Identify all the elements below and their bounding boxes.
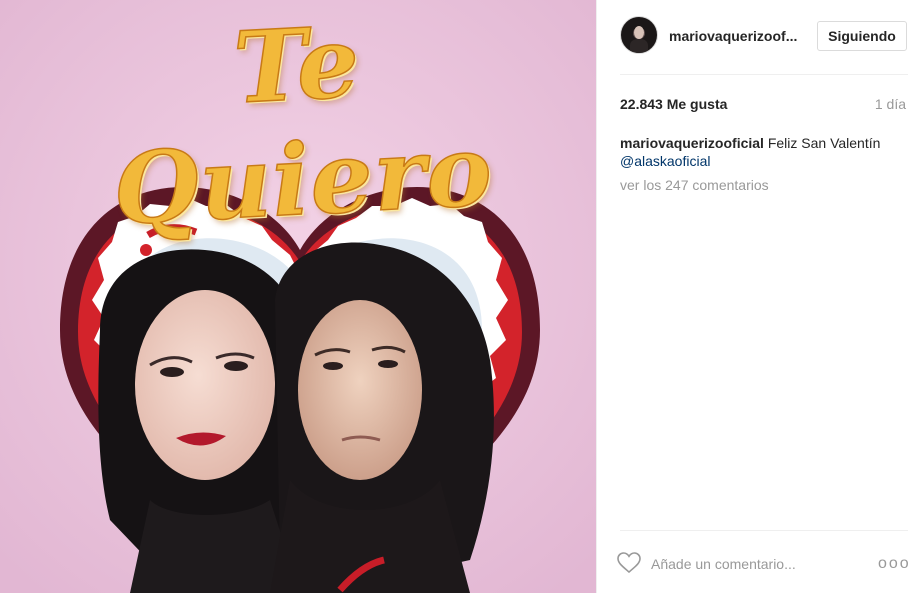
post-side-panel: mariovaquerizoof... Siguiendo 22.843 Me … <box>596 0 914 593</box>
caption-text: Feliz San Valentín <box>767 135 881 151</box>
post-caption: mariovaquerizooficial Feliz San Valentín… <box>620 134 910 170</box>
photo-title-text: Te Quiero <box>110 4 496 248</box>
avatar-face <box>634 26 644 39</box>
post-time[interactable]: 1 día <box>875 96 906 112</box>
post-photo[interactable]: Te Quiero <box>0 0 596 593</box>
comment-input[interactable] <box>651 556 851 572</box>
post-header: mariovaquerizoof... Siguiendo <box>597 0 914 74</box>
likes-label: Me gusta <box>666 96 728 112</box>
likes-count[interactable]: 22.843 Me gusta <box>620 96 727 112</box>
caption-mention-link[interactable]: @alaskaoficial <box>620 153 710 169</box>
following-button[interactable]: Siguiendo <box>817 21 907 51</box>
man-face <box>298 300 422 480</box>
caption-username[interactable]: mariovaquerizooficial <box>620 135 764 151</box>
instagram-post: Te Quiero mariovaquerizoof... Siguiendo … <box>0 0 914 593</box>
header-username[interactable]: mariovaquerizoof... <box>669 28 804 44</box>
footer-divider <box>620 530 908 531</box>
header-divider <box>620 74 908 75</box>
woman-face <box>135 290 275 480</box>
heart-outline-icon[interactable] <box>617 552 641 574</box>
avatar[interactable] <box>620 16 658 54</box>
view-comments-link[interactable]: ver los 247 comentarios <box>620 177 769 193</box>
avatar-body <box>630 39 648 53</box>
likes-number: 22.843 <box>620 96 663 112</box>
more-options-icon[interactable]: ooo <box>878 556 911 572</box>
